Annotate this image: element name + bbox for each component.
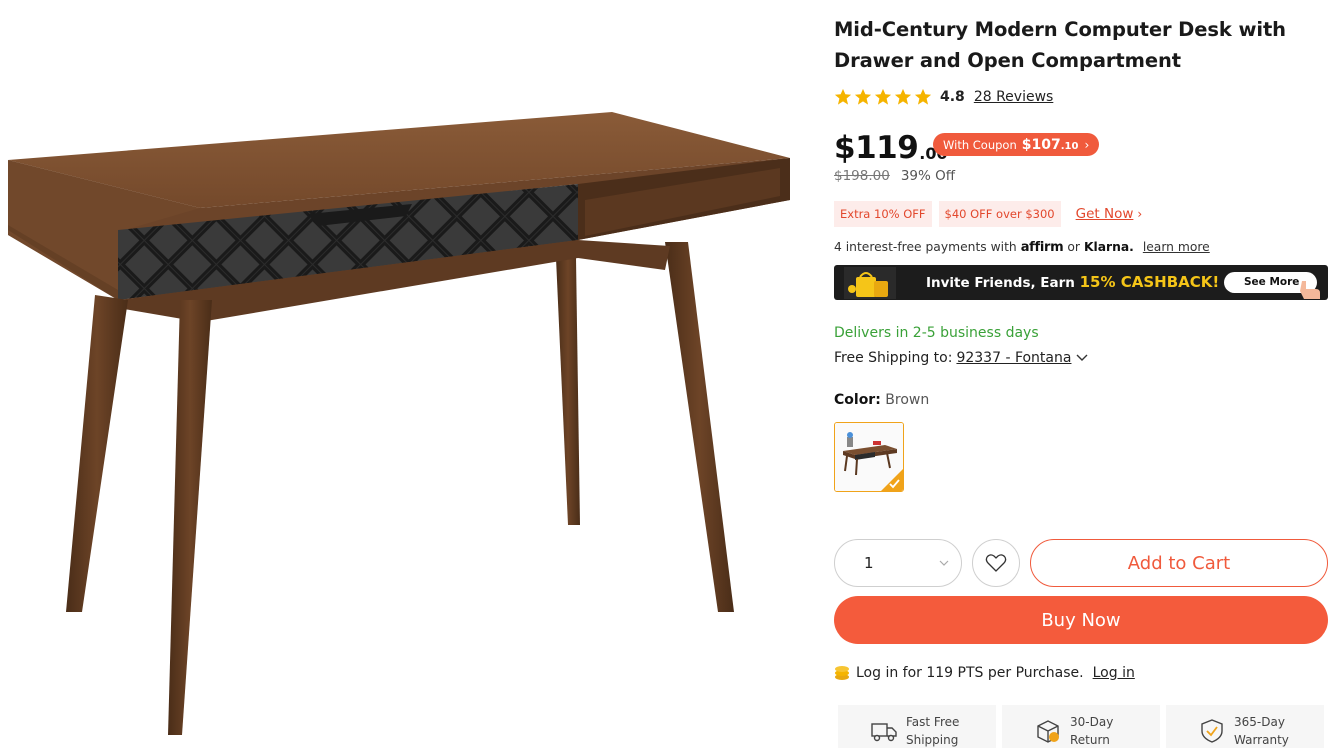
current-price: $119 [834,130,919,166]
coupon-price-cents: .10 [1060,140,1079,152]
coupon-label: With Coupon [943,137,1017,152]
benefit-line2: Warranty [1234,733,1289,747]
color-row: Color: Brown [834,392,929,408]
discount-percent: 39% Off [900,168,956,184]
quantity-select[interactable]: 1 [834,539,962,587]
star-icon [854,88,872,105]
chevron-down-icon [939,560,949,566]
banner-message: Invite Friends, Earn [926,275,1075,291]
pointing-hand-icon [1300,281,1320,299]
desk-illustration [8,112,790,735]
learn-more-link[interactable]: learn more [1143,240,1210,254]
chevron-down-icon[interactable] [1076,354,1088,362]
list-price: $198.00 [834,168,890,184]
product-info-panel: Mid-Century Modern Computer Desk with Dr… [834,0,1328,748]
coins-icon [835,666,849,680]
heart-icon [985,554,1007,572]
list-price-row: $198.00 39% Off [834,167,955,185]
gift-bag-icon [844,267,896,299]
color-value: Brown [885,392,930,408]
benefits-row: Fast Free Shipping 30-Day Return 365-Day [838,705,1324,748]
color-label: Color: [834,392,881,408]
klarna-logo: Klarna. [1083,240,1134,254]
buy-now-button[interactable]: Buy Now [834,596,1328,644]
star-icon [894,88,912,105]
checkmark-icon [881,469,903,491]
banner-text: Invite Friends, Earn 15% CASHBACK! [926,265,1219,300]
color-swatch-brown[interactable] [834,422,904,492]
financing-or: or [1067,240,1080,254]
add-to-cart-button[interactable]: Add to Cart [1030,539,1328,587]
rating-value: 4.8 [940,89,965,105]
shipping-label: Free Shipping to: [834,350,953,366]
login-link[interactable]: Log in [1093,665,1135,681]
delivery-estimate: Delivers in 2-5 business days [834,325,1039,341]
rating-row: 4.8 28 Reviews [834,86,1053,108]
chevron-right-icon: › [1137,207,1143,221]
price-row: $119 .00 With Coupon $107 .10 › [834,124,1100,168]
affirm-logo: affirm [1020,239,1064,255]
star-icon [914,88,932,105]
quantity-value: 1 [864,554,874,572]
promo-tag[interactable]: $40 OFF over $300 [938,201,1061,227]
reviews-link[interactable]: 28 Reviews [974,89,1054,105]
benefit-30-day-return: 30-Day Return [1002,705,1160,748]
star-icon [874,88,892,105]
promo-tag[interactable]: Extra 10% OFF [834,201,932,227]
wishlist-button[interactable] [972,539,1020,587]
star-icon [834,88,852,105]
benefit-fast-free-shipping: Fast Free Shipping [838,705,996,748]
product-image[interactable] [0,0,800,748]
chevron-right-icon: › [1084,137,1090,152]
benefit-line1: 365-Day [1234,715,1285,729]
shipping-row: Free Shipping to: 92337 - Fontana [834,350,1088,366]
banner-highlight: 15% CASHBACK! [1079,273,1220,291]
benefit-line1: Fast Free [906,715,960,729]
get-now-link[interactable]: Get Now [1076,206,1134,222]
star-rating [834,88,932,106]
coupon-price: $107 [1021,136,1061,153]
coupon-button[interactable]: With Coupon $107 .10 › [933,133,1100,156]
financing-row: 4 interest-free payments with affirm or … [834,237,1210,257]
financing-text: 4 interest-free payments with [834,240,1017,254]
location-link[interactable]: 92337 - Fontana [956,350,1071,366]
points-row: Log in for 119 PTS per Purchase. Log in [834,664,1135,681]
benefit-line2: Return [1070,733,1110,747]
benefit-365-day-warranty: 365-Day Warranty [1166,705,1324,748]
shield-check-icon [1201,719,1223,743]
benefit-line2: Shipping [906,733,959,747]
product-title: Mid-Century Modern Computer Desk with Dr… [834,18,1286,72]
truck-icon [871,723,897,742]
benefit-line1: 30-Day [1070,715,1114,729]
promotions-row: Extra 10% OFF $40 OFF over $300 Get Now … [834,201,1142,227]
cashback-banner[interactable]: Invite Friends, Earn 15% CASHBACK! See M… [834,265,1328,300]
return-box-icon [1037,720,1059,743]
points-text: Log in for 119 PTS per Purchase. [856,664,1084,681]
